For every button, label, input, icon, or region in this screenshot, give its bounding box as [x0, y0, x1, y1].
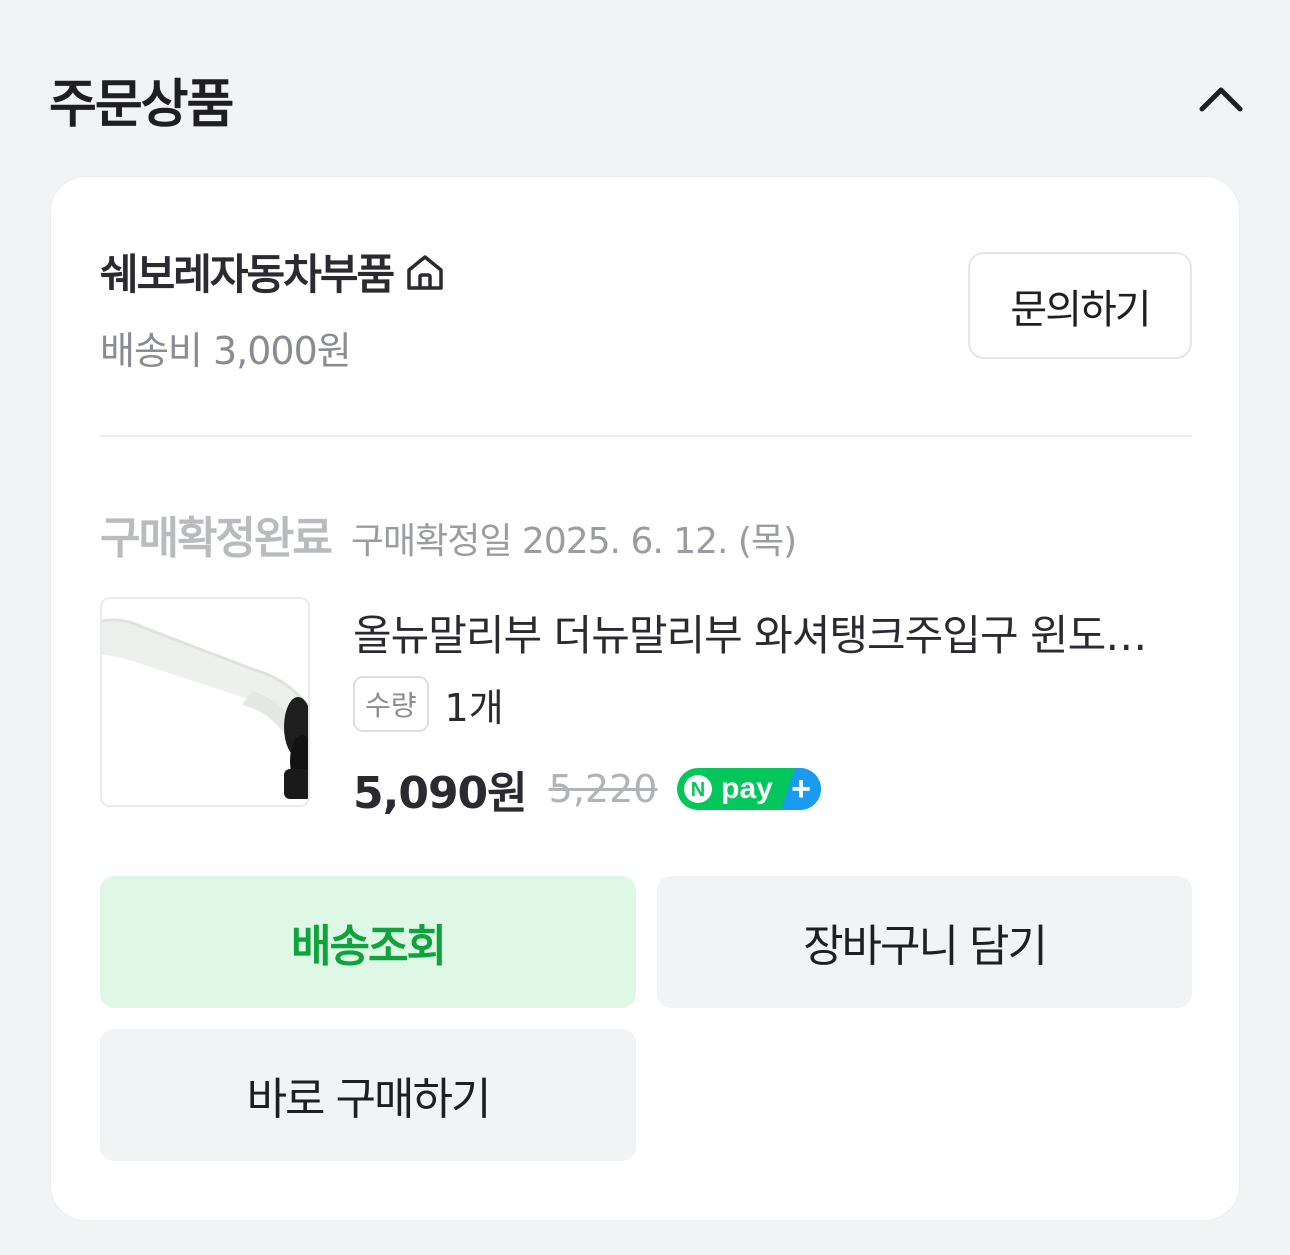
- home-icon[interactable]: [403, 250, 447, 294]
- chevron-up-icon: [1199, 87, 1243, 112]
- seller-name[interactable]: 쉐보레자동차부품: [100, 241, 395, 302]
- shipping-fee: 배송비 3,000원: [100, 329, 352, 373]
- collapse-button[interactable]: [1186, 66, 1256, 130]
- order-items-header: 주문상품: [0, 0, 1290, 176]
- confirm-date: 구매확정일 2025. 6. 12. (목): [350, 521, 797, 562]
- npay-plus: +: [792, 770, 812, 808]
- original-price: 5,220: [548, 767, 658, 811]
- add-to-cart-button[interactable]: 장바구니 담기: [657, 876, 1192, 1008]
- track-delivery-button[interactable]: 배송조회: [100, 876, 636, 1008]
- price-row: 5,090원 5,220 N pay +: [353, 757, 822, 821]
- order-status-row: 구매확정완료 구매확정일 2025. 6. 12. (목): [100, 502, 797, 566]
- quantity-label: 수량: [353, 676, 429, 732]
- section-title: 주문상품: [49, 75, 234, 135]
- product-name[interactable]: 올뉴말리부 더뉴말리부 와셔탱크주입구 윈도우액주입구 주입구: [353, 602, 1173, 663]
- quantity-value: 1개: [444, 685, 504, 730]
- product-thumbnail[interactable]: [100, 597, 310, 807]
- buy-now-button[interactable]: 바로 구매하기: [100, 1029, 636, 1161]
- divider: [100, 435, 1192, 437]
- product-image: [102, 599, 308, 805]
- npay-label: pay: [722, 772, 774, 805]
- order-card: 쉐보레자동차부품 배송비 3,000원 문의하기 구매확정완료 구매확정일 20…: [50, 176, 1240, 1221]
- inquiry-button[interactable]: 문의하기: [968, 252, 1192, 359]
- quantity-row: 수량 1개: [353, 676, 504, 732]
- npay-plus-badge: N pay +: [677, 768, 822, 810]
- seller-row[interactable]: 쉐보레자동차부품: [100, 241, 447, 302]
- sale-price: 5,090원: [353, 768, 528, 819]
- npay-logo-letter: N: [691, 779, 705, 801]
- order-status: 구매확정완료: [100, 513, 333, 564]
